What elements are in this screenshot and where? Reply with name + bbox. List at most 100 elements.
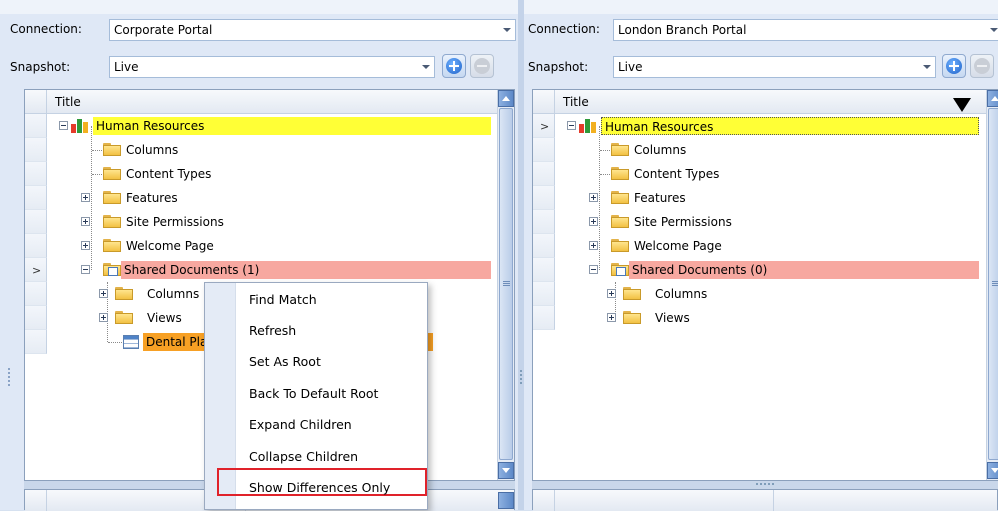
vertical-scrollbar[interactable] <box>497 90 514 480</box>
tree-node[interactable]: Human Resources <box>601 117 979 135</box>
row-header[interactable] <box>25 162 47 186</box>
connection-combo[interactable]: Corporate Portal <box>109 19 516 41</box>
tree-line <box>92 150 102 151</box>
remove-snapshot-button[interactable] <box>470 54 494 78</box>
tree-node[interactable]: Welcome Page <box>631 237 726 255</box>
menu-item-show-differences-only[interactable]: Show Differences Only <box>249 480 390 495</box>
remove-icon <box>474 58 490 74</box>
tree-node[interactable]: Features <box>631 189 690 207</box>
tree-node[interactable]: Site Permissions <box>123 213 228 231</box>
row-header[interactable] <box>533 234 555 258</box>
row-header[interactable] <box>25 210 47 234</box>
collapse-icon[interactable] <box>567 121 576 130</box>
snapshot-value: Live <box>114 60 139 74</box>
tree-node[interactable]: Columns <box>123 141 182 159</box>
collapse-icon[interactable] <box>59 121 68 130</box>
row-header[interactable] <box>25 330 47 354</box>
chevron-down-icon[interactable] <box>503 28 511 32</box>
chevron-down-icon[interactable] <box>923 65 931 69</box>
folder-icon <box>611 167 629 180</box>
sort-arrow-icon <box>953 98 971 112</box>
scroll-down-button[interactable] <box>987 462 998 479</box>
tree-node[interactable]: Human Resources <box>93 117 491 135</box>
collapse-icon[interactable] <box>81 265 90 274</box>
folder-icon <box>115 287 133 300</box>
tree-node[interactable]: Columns <box>631 141 690 159</box>
tree-node[interactable]: Columns <box>652 285 711 303</box>
folder-icon <box>623 287 641 300</box>
tree-node[interactable]: Views <box>652 309 694 327</box>
snapshot-combo[interactable]: Live <box>109 56 435 78</box>
row-header[interactable] <box>25 306 47 330</box>
row-header-current[interactable]: > <box>25 258 47 282</box>
expand-icon[interactable] <box>81 193 90 202</box>
title-column-header[interactable]: Title <box>55 95 81 109</box>
folder-icon <box>611 191 629 204</box>
expand-icon[interactable] <box>589 217 598 226</box>
remove-snapshot-button[interactable] <box>970 54 994 78</box>
add-snapshot-button[interactable] <box>442 54 466 78</box>
scroll-up-button[interactable] <box>498 492 514 509</box>
tree-node[interactable]: Content Types <box>123 165 215 183</box>
row-header[interactable] <box>533 162 555 186</box>
tree-node[interactable]: Welcome Page <box>123 237 218 255</box>
tree-node[interactable]: Site Permissions <box>631 213 736 231</box>
row-header[interactable] <box>533 186 555 210</box>
menu-item-expand-children[interactable]: Expand Children <box>249 417 352 432</box>
row-header-current[interactable]: > <box>533 114 555 138</box>
tree-line <box>108 342 122 343</box>
chevron-down-icon[interactable] <box>990 28 998 32</box>
panel-resize-grip[interactable] <box>8 368 10 386</box>
row-header[interactable] <box>25 234 47 258</box>
row-header[interactable] <box>25 114 47 138</box>
snapshot-label: Snapshot: <box>528 60 589 74</box>
title-column-header[interactable]: Title <box>563 95 589 109</box>
row-header[interactable] <box>25 282 47 306</box>
tree-node[interactable]: Features <box>123 189 182 207</box>
vertical-scrollbar[interactable] <box>986 90 998 480</box>
row-header[interactable] <box>533 282 555 306</box>
connection-combo[interactable]: London Branch Portal <box>613 19 998 41</box>
expand-icon[interactable] <box>99 313 108 322</box>
tree-node[interactable]: Shared Documents (1) <box>121 261 491 279</box>
menu-item-collapse-children[interactable]: Collapse Children <box>249 449 358 464</box>
scroll-up-button[interactable] <box>987 90 998 107</box>
row-header[interactable] <box>533 306 555 330</box>
row-header[interactable] <box>25 186 47 210</box>
tree-node[interactable]: Content Types <box>631 165 723 183</box>
expand-icon[interactable] <box>99 289 108 298</box>
row-header[interactable] <box>533 210 555 234</box>
folder-icon <box>103 167 121 180</box>
expand-icon[interactable] <box>607 289 616 298</box>
tree-line <box>91 126 92 270</box>
folder-icon <box>611 143 629 156</box>
menu-item-find-match[interactable]: Find Match <box>249 292 317 307</box>
scroll-thumb[interactable] <box>499 108 513 460</box>
add-snapshot-button[interactable] <box>942 54 966 78</box>
expand-icon[interactable] <box>607 313 616 322</box>
menu-item-set-as-root[interactable]: Set As Root <box>249 354 321 369</box>
snapshot-value: Live <box>618 60 643 74</box>
scroll-thumb[interactable] <box>988 108 998 460</box>
chevron-down-icon[interactable] <box>422 65 430 69</box>
horizontal-splitter[interactable] <box>532 481 998 489</box>
scroll-down-button[interactable] <box>498 462 514 479</box>
expand-icon[interactable] <box>81 217 90 226</box>
folder-icon <box>611 215 629 228</box>
collapse-icon[interactable] <box>589 265 598 274</box>
menu-item-refresh[interactable]: Refresh <box>249 323 296 338</box>
row-header[interactable] <box>25 138 47 162</box>
snapshot-combo[interactable]: Live <box>613 56 936 78</box>
tree-node[interactable]: Shared Documents (0) <box>629 261 979 279</box>
tree-node[interactable]: Columns <box>144 285 203 303</box>
row-header[interactable] <box>533 258 555 282</box>
expand-icon[interactable] <box>81 241 90 250</box>
snapshot-label: Snapshot: <box>10 60 71 74</box>
menu-item-back-to-default-root[interactable]: Back To Default Root <box>249 386 378 401</box>
row-header[interactable] <box>533 138 555 162</box>
scroll-up-button[interactable] <box>498 90 514 107</box>
expand-icon[interactable] <box>589 193 598 202</box>
expand-icon[interactable] <box>589 241 598 250</box>
tree-node[interactable]: Views <box>144 309 186 327</box>
tree-line <box>92 174 102 175</box>
